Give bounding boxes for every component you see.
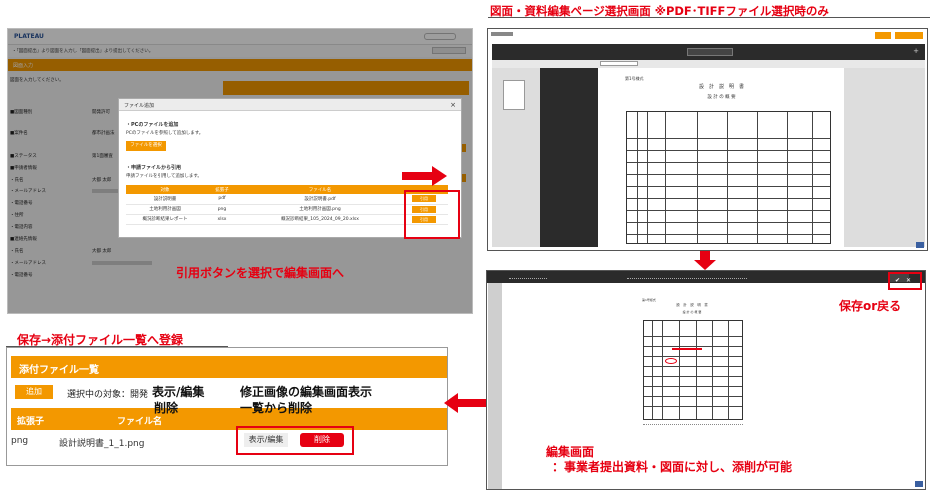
form-number: 第1号様式 (625, 76, 644, 81)
edit-toolbar (487, 271, 925, 283)
callout-view-edit: 表示/編集 (152, 383, 205, 400)
viewer-toolbar (492, 60, 925, 68)
select-page-button[interactable] (687, 48, 733, 56)
pc-section-heading: ・PCのファイルを追加 (126, 122, 179, 128)
drawing-tools[interactable] (627, 274, 747, 279)
cite-section-desc: 申請ファイルを引用して追加します。 (126, 174, 202, 179)
edit-document-page: 第1号様式 設 計 説 明 書 設 計 の 概 要 (637, 296, 747, 456)
page-select-window: + 第1号様式 設 計 説 明 書 設 計 の 概 要 (487, 28, 928, 251)
cell-filename: 設計説明書.pdf (240, 194, 400, 205)
form-number: 第1号様式 (642, 298, 656, 302)
page-thumbnail[interactable] (503, 80, 525, 110)
callout-delete: 削除 (154, 401, 179, 415)
doc-notes (643, 424, 743, 448)
header-button[interactable] (895, 32, 923, 39)
doc-form-grid (643, 320, 743, 420)
viewer-margin (844, 68, 925, 247)
pc-section-desc: PCのファイルを参照して追加します。 (126, 131, 204, 136)
window-header (488, 29, 927, 42)
highlight-box-save: ✔ ✕ (888, 272, 922, 290)
column-header: ファイル名 (240, 185, 400, 194)
arrow-down-icon (694, 251, 716, 270)
doc-title: 設 計 説 明 書 (676, 303, 708, 307)
annotation-save-back: 保存or戻る (839, 299, 902, 313)
undo-redo-tools[interactable] (509, 274, 547, 279)
attached-files-panel: 添付ファイル一覧 追加 選択中の対象：開発 拡張子 ファイル名 png 設計説明… (6, 347, 448, 466)
delete-button[interactable]: 削除 (300, 433, 344, 447)
red-markup (665, 358, 677, 364)
cell-ext: xlsx (204, 214, 240, 225)
column-header: 拡張子 (17, 417, 45, 427)
choose-file-button[interactable]: ファイルを選択 (126, 141, 166, 151)
cite-file-table: 対象 拡張子 ファイル名 設計説明書 pdf 設計説明書.pdf 引用 土地利用… (126, 185, 448, 225)
annotation-edit-desc: ：事業者提出資料・図面に対し、添削が可能 (552, 460, 793, 474)
highlight-box-actions: 表示/編集 削除 (236, 426, 354, 455)
help-icon[interactable] (915, 481, 923, 487)
doc-form-grid (626, 111, 831, 244)
cell-filename: 概況診断結果_105_2024_09_20.xlsx (240, 214, 400, 225)
column-header: 対象 (126, 185, 204, 194)
table-row: 土地利用計画図 png 土地利用計画図.png 引用 (126, 204, 448, 215)
dialog-title: ファイル追加 (124, 103, 155, 109)
left-margin (488, 283, 502, 489)
cell-ext: png (204, 204, 240, 215)
doc-subtitle: 設 計 の 概 要 (682, 310, 702, 314)
cell-target: 設計説明書 (126, 194, 204, 205)
callout-view-edit-desc: 修正画像の編集画面表示 (240, 383, 373, 400)
heading-underline (488, 17, 930, 18)
panel-title: 添付ファイル一覧 (11, 356, 447, 378)
dialog-header: ファイル追加 × (119, 99, 461, 111)
cite-section-heading: ・申請ファイルから引用 (126, 165, 182, 171)
highlight-box-cite (404, 190, 460, 239)
callout-delete-desc: 一覧から削除 (240, 401, 313, 415)
doc-subtitle: 設 計 の 概 要 (707, 95, 736, 100)
table-row: 概況診断結果レポート xlsx 概況診断結果_105_2024_09_20.xl… (126, 214, 448, 225)
cell-target: 土地利用計画図 (126, 204, 204, 215)
close-icon[interactable]: × (450, 101, 456, 109)
doc-title: 設 計 説 明 書 (698, 84, 744, 90)
thumbnail-sidebar (492, 68, 540, 247)
zoom-select[interactable] (600, 61, 638, 66)
document-page: 第1号様式 設 計 説 明 書 設 計 の 概 要 (598, 68, 845, 247)
check-icon[interactable]: ✔ (895, 277, 900, 284)
header-button[interactable] (875, 32, 891, 39)
cell-ext: png (11, 436, 29, 446)
red-markup (672, 348, 702, 350)
cell-filename: 土地利用計画図.png (240, 204, 400, 215)
annotation-cite: 引用ボタンを選択で編集画面へ (176, 266, 345, 280)
arrow-right-icon (402, 166, 447, 186)
table-row: 設計説明書 pdf 設計説明書.pdf 引用 (126, 194, 448, 205)
column-header: 拡張子 (204, 185, 240, 194)
cell-filename: 設計説明書_1_1.png (59, 439, 145, 449)
add-icon[interactable]: + (913, 47, 919, 55)
view-edit-button[interactable]: 表示/編集 (244, 433, 288, 447)
viewer-area: + 第1号様式 設 計 説 明 書 設 計 の 概 要 (492, 44, 925, 247)
arrow-left-icon (444, 393, 486, 413)
table-header: 拡張子 ファイル名 (11, 408, 447, 430)
add-button[interactable]: 追加 (15, 385, 53, 399)
close-icon[interactable]: ✕ (906, 277, 911, 284)
cell-target: 概況診断結果レポート (126, 214, 204, 225)
cell-ext: pdf (204, 194, 240, 205)
selected-target-label: 選択中の対象：開発 (67, 390, 149, 400)
help-icon[interactable] (916, 242, 924, 248)
app-logo (491, 32, 513, 36)
